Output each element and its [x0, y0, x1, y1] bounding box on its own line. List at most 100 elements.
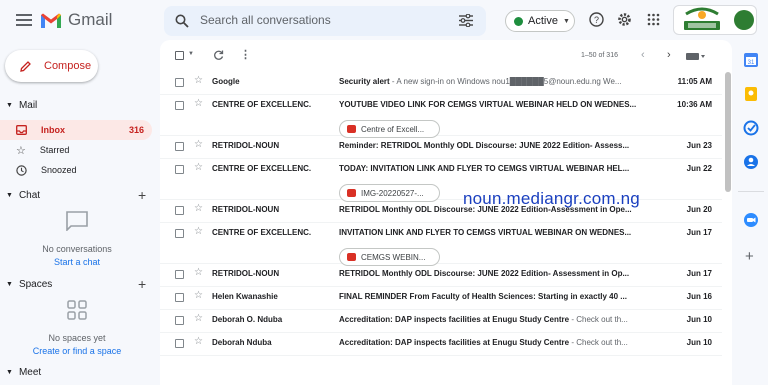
- select-all-checkbox[interactable]: [175, 51, 184, 60]
- email-snippet: - Check out th...: [569, 338, 628, 347]
- search-icon[interactable]: [175, 14, 189, 28]
- list-toolbar: ▼ ⋮ 1–50 of 316 ‹ ›: [160, 40, 732, 72]
- refresh-icon[interactable]: [213, 50, 224, 61]
- email-subject: Security alert: [339, 77, 390, 86]
- row-checkbox[interactable]: [175, 316, 184, 325]
- noun-logo-icon: [684, 7, 720, 30]
- star-icon[interactable]: ☆: [194, 75, 203, 86]
- email-sender: Deborah O. Nduba: [212, 315, 283, 324]
- row-checkbox[interactable]: [175, 142, 184, 151]
- email-subject: INVITATION LINK AND FLYER TO CEMGS VIRTU…: [339, 228, 632, 237]
- star-icon[interactable]: ☆: [194, 290, 203, 301]
- select-dropdown-icon[interactable]: ▼: [188, 51, 194, 57]
- sidebar-item-snoozed[interactable]: Snoozed: [0, 160, 152, 180]
- email-row[interactable]: ☆ RETRIDOL-NOUN RETRIDOL Monthly ODL Disco…: [160, 264, 722, 287]
- email-subject: RETRIDOL Monthly ODL Discourse: JUNE 202…: [339, 269, 630, 278]
- email-sender: CENTRE OF EXCELLENC.: [212, 164, 312, 173]
- email-row[interactable]: ☆ Deborah Nduba Accreditation: DAP inspect…: [160, 333, 722, 356]
- star-icon[interactable]: ☆: [194, 336, 203, 347]
- email-row[interactable]: ☆ RETRIDOL-NOUN Reminder: RETRIDOL Monthly…: [160, 136, 722, 159]
- star-icon[interactable]: ☆: [194, 226, 203, 237]
- row-checkbox[interactable]: [175, 270, 184, 279]
- next-page-icon[interactable]: ›: [667, 49, 671, 61]
- chat-section-header[interactable]: ▼ Chat: [6, 190, 40, 201]
- new-chat-plus-icon[interactable]: +: [138, 187, 146, 203]
- add-on-plus-icon[interactable]: +: [745, 248, 754, 265]
- email-row[interactable]: ☆ Deborah O. Nduba Accreditation: DAP insp…: [160, 310, 722, 333]
- settings-gear-icon[interactable]: [615, 10, 633, 28]
- sidebar-item-starred[interactable]: ☆ Starred: [0, 140, 152, 160]
- inbox-icon: [16, 125, 27, 135]
- create-space-link[interactable]: Create or find a space: [0, 346, 154, 356]
- gmail-logo[interactable]: Gmail: [40, 8, 112, 32]
- email-subject: Accreditation: DAP inspects facilities a…: [339, 338, 570, 347]
- search-input[interactable]: [200, 13, 450, 27]
- email-sender: RETRIDOL-NOUN: [212, 269, 280, 278]
- help-icon[interactable]: ?: [587, 10, 605, 28]
- row-checkbox[interactable]: [175, 339, 184, 348]
- spaces-section-label: Spaces: [18, 279, 53, 290]
- email-subject: Accreditation: DAP inspects facilities a…: [339, 315, 570, 324]
- apps-grid-icon[interactable]: [644, 10, 662, 28]
- email-row[interactable]: ☆ CENTRE OF EXCELLENC. YOUTUBE VIDEO LINK …: [160, 95, 722, 138]
- compose-button[interactable]: Compose: [5, 50, 98, 82]
- email-sender: Google: [212, 77, 240, 86]
- app-name: Gmail: [68, 10, 113, 29]
- search-bar[interactable]: [164, 6, 486, 36]
- email-subject: Reminder: RETRIDOL Monthly ODL Discourse…: [339, 141, 630, 150]
- main-menu-icon[interactable]: [12, 8, 36, 32]
- meet-section-header[interactable]: ▼ Meet: [6, 367, 41, 378]
- star-icon[interactable]: ☆: [194, 203, 203, 214]
- email-date: Jun 10: [686, 315, 712, 324]
- email-row[interactable]: ☆ Google Security alert - A new sign-in on…: [160, 72, 722, 95]
- star-icon[interactable]: ☆: [194, 313, 203, 324]
- email-subject-line: Accreditation: DAP inspects facilities a…: [339, 315, 664, 324]
- row-checkbox[interactable]: [175, 293, 184, 302]
- pagination-text: 1–50 of 316: [581, 52, 618, 59]
- search-options-icon[interactable]: [459, 14, 473, 27]
- scrollbar[interactable]: [725, 72, 731, 192]
- zoom-icon[interactable]: [743, 212, 759, 228]
- input-tools-keyboard-icon[interactable]: [686, 52, 706, 61]
- prev-page-icon[interactable]: ‹: [641, 49, 645, 61]
- mail-section-header[interactable]: ▼ Mail: [6, 100, 37, 111]
- start-chat-link[interactable]: Start a chat: [0, 257, 154, 267]
- email-date: Jun 22: [686, 164, 712, 173]
- pencil-icon: [20, 60, 31, 72]
- row-checkbox[interactable]: [175, 78, 184, 87]
- email-row[interactable]: ☆ CENTRE OF EXCELLENC. INVITATION LINK AND…: [160, 223, 722, 266]
- star-icon[interactable]: ☆: [194, 98, 203, 109]
- email-sender: RETRIDOL-NOUN: [212, 141, 280, 150]
- star-icon[interactable]: ☆: [194, 267, 203, 278]
- email-date: Jun 23: [686, 141, 712, 150]
- calendar-icon[interactable]: 31: [743, 52, 759, 68]
- row-checkbox[interactable]: [175, 101, 184, 110]
- collapse-caret-icon: ▼: [6, 192, 13, 199]
- contacts-icon[interactable]: [743, 154, 759, 170]
- email-subject-line: Accreditation: DAP inspects facilities a…: [339, 338, 664, 347]
- attachment-name: CEMGS WEBIN...: [361, 252, 426, 262]
- star-icon[interactable]: ☆: [194, 139, 203, 150]
- top-bar: Gmail Active ▼ ?: [0, 0, 768, 40]
- row-checkbox[interactable]: [175, 206, 184, 215]
- keep-icon[interactable]: [743, 86, 759, 102]
- chat-empty-text: No conversations: [42, 244, 112, 254]
- email-sender: CENTRE OF EXCELLENC.: [212, 100, 312, 109]
- sidebar-item-inbox[interactable]: Inbox 316: [0, 120, 152, 140]
- watermark-text: noun.mediangr.com.ng: [463, 189, 640, 208]
- spaces-section-header[interactable]: ▼ Spaces: [6, 279, 52, 290]
- chat-section-label: Chat: [18, 190, 41, 201]
- status-dropdown[interactable]: Active ▼: [505, 10, 575, 32]
- more-options-icon[interactable]: ⋮: [240, 48, 251, 61]
- spaces-empty-text: No spaces yet: [48, 333, 106, 343]
- row-checkbox[interactable]: [175, 229, 184, 238]
- email-date: 11:05 AM: [677, 77, 712, 86]
- message-list-pane: ▼ ⋮ 1–50 of 316 ‹ › ☆ Google Security aler…: [160, 40, 732, 385]
- email-subject: FINAL REMINDER From Faculty of Health Sc…: [339, 292, 627, 301]
- star-icon[interactable]: ☆: [194, 162, 203, 173]
- email-row[interactable]: ☆ Helen Kwanashie FINAL REMINDER From Facu…: [160, 287, 722, 310]
- tasks-icon[interactable]: [743, 120, 759, 136]
- row-checkbox[interactable]: [175, 165, 184, 174]
- new-space-plus-icon[interactable]: +: [138, 276, 146, 292]
- account-avatar[interactable]: [734, 10, 754, 30]
